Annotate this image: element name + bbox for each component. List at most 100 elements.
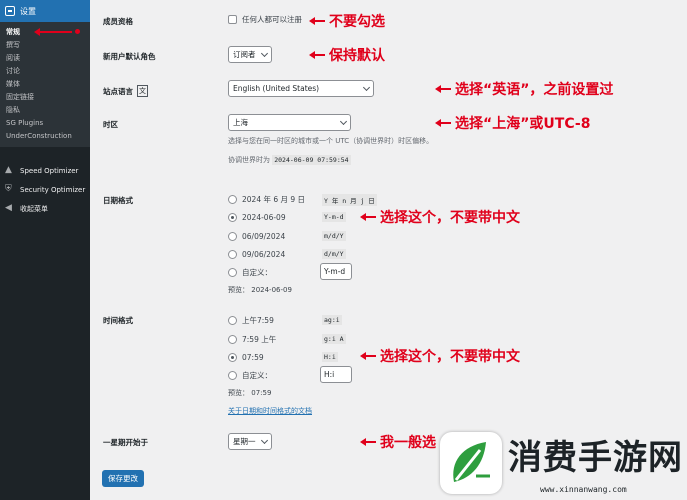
speed-icon: ▲ (5, 165, 12, 175)
timezone-control: 上海 (228, 114, 351, 131)
time-format-option-1[interactable]: 上午7:59 (228, 314, 274, 326)
arrow-left-icon (435, 119, 451, 127)
annotation-text: 我一般选 (380, 435, 436, 451)
time-format-option-2[interactable]: 7:59 上午 (228, 333, 276, 345)
sidebar-item-label: Security Optimizer (20, 185, 86, 194)
arrow-left-icon (309, 17, 325, 25)
watermark: 消费手游网 www.xinnanwang.com (436, 428, 687, 500)
radio-button[interactable] (228, 370, 237, 380)
annotation-membership: 不要勾选 (309, 11, 385, 31)
date-format-custom-input[interactable]: Y-m-d (320, 263, 352, 280)
time-format-custom[interactable]: 自定义： (228, 369, 272, 381)
annotation-text: 不要勾选 (329, 14, 385, 30)
arrow-left-icon (360, 438, 376, 446)
radio-button[interactable] (228, 249, 237, 259)
sidebar-item-sg-plugins[interactable]: SG Plugins (0, 117, 90, 130)
date-format-label: 日期格式 (103, 196, 133, 205)
sidebar-header-label: 设置 (20, 6, 36, 16)
default-role-select[interactable]: 订阅者 (228, 46, 272, 63)
arrow-head (34, 28, 40, 36)
sidebar-item-writing[interactable]: 撰写 (0, 39, 90, 52)
arrow-left-icon (360, 213, 376, 221)
date-format-option-2[interactable]: 2024-06-09 (228, 211, 286, 223)
radio-button[interactable] (228, 231, 237, 241)
membership-control: 任何人都可以注册 (228, 14, 302, 25)
timezone-help: 选择与您在同一时区的城市或一个 UTC（协调世界时）时区偏移。 (228, 137, 434, 145)
arrow-line (38, 31, 72, 33)
watermark-url: www.xinnanwang.com (540, 485, 627, 494)
time-format-option-3[interactable]: 07:59 (228, 351, 264, 363)
radio-button-selected[interactable] (228, 352, 237, 362)
option-text: 上午7:59 (242, 315, 274, 325)
sidebar-item-speed-optimizer[interactable]: ▲ Speed Optimizer (0, 161, 90, 180)
arrow-dot (75, 29, 80, 34)
radio-button-selected[interactable] (228, 212, 237, 222)
time-format-custom-input[interactable]: H:i (320, 366, 352, 383)
option-text: 07:59 (242, 352, 264, 362)
option-text: 7:59 上午 (242, 334, 277, 344)
save-changes-button[interactable]: 保存更改 (102, 470, 144, 487)
annotation-week-start: 我一般选 (360, 432, 436, 452)
annotation-default-role: 保持默认 (309, 45, 385, 65)
site-language-select[interactable]: English (United States) (228, 80, 374, 97)
sidebar-item-reading[interactable]: 阅读 (0, 52, 90, 65)
chevron-down-icon (260, 436, 269, 444)
date-format-option-3[interactable]: 06/09/2024 (228, 230, 285, 242)
annotation-text: 选择这个，不要带中文 (380, 349, 520, 365)
membership-label: 成员资格 (103, 17, 133, 26)
translate-icon: 文 (137, 85, 148, 97)
watermark-title: 消费手游网 (508, 438, 683, 478)
preview-value: 07:59 (251, 389, 272, 397)
sidebar-item-privacy[interactable]: 隐私 (0, 104, 90, 117)
date-format-custom[interactable]: 自定义： (228, 266, 272, 278)
format-code: d/m/Y (322, 249, 346, 259)
date-format-option-1[interactable]: 2024 年 6 月 9 日 (228, 193, 305, 205)
annotation-text: 保持默认 (329, 48, 385, 64)
radio-button[interactable] (228, 194, 237, 204)
settings-content: 成员资格 任何人都可以注册 新用户默认角色 订阅者 站点语言 文 English… (90, 0, 687, 500)
sidebar-item-discussion[interactable]: 讨论 (0, 65, 90, 78)
sidebar-collapse-menu[interactable]: ◀ 收起菜单 (0, 199, 90, 218)
sidebar-item-media[interactable]: 媒体 (0, 78, 90, 91)
annotation-date-format: 选择这个，不要带中文 (360, 207, 520, 227)
arrow-left-icon (309, 51, 325, 59)
date-time-docs-link[interactable]: 关于日期和时间格式的文档 (228, 406, 312, 416)
chevron-down-icon (260, 49, 269, 57)
sidebar-item-label: Speed Optimizer (20, 166, 79, 175)
format-code: H:i (322, 352, 338, 362)
format-code: g:i A (322, 334, 346, 344)
week-start-select[interactable]: 星期一 (228, 433, 272, 450)
format-code: m/d/Y (322, 231, 346, 241)
site-language-label: 站点语言 (103, 86, 133, 96)
site-language-label-row: 站点语言 文 (103, 85, 148, 97)
leaf-logo-icon (453, 442, 490, 482)
preview-label: 预览： (228, 389, 249, 397)
annotation-timezone: 选择“上海”或UTC-8 (435, 113, 590, 133)
radio-button[interactable] (228, 267, 237, 277)
admin-sidebar: 设置 常规 撰写 阅读 讨论 媒体 固定链接 隐私 SG Plugins Und… (0, 0, 90, 500)
option-text: 自定义： (242, 370, 272, 380)
radio-button[interactable] (228, 334, 237, 344)
default-role-value: 订阅者 (233, 50, 256, 59)
utc-time-line: 协调世界时为 2024-06-09 07:59:54 (228, 155, 351, 165)
sidebar-item-label: 收起菜单 (20, 204, 48, 213)
sidebar-main-menu: ▲ Speed Optimizer ⛨ Security Optimizer ◀… (0, 161, 90, 218)
collapse-icon: ◀ (5, 203, 12, 213)
annotation-language: 选择“英语”，之前设置过 (435, 79, 614, 99)
timezone-select[interactable]: 上海 (228, 114, 351, 131)
utc-value: 2024-06-09 07:59:54 (272, 155, 351, 165)
sidebar-settings-header[interactable]: 设置 (0, 0, 90, 22)
date-preview: 预览： 2024-06-09 (228, 285, 292, 295)
option-text: 06/09/2024 (242, 231, 286, 241)
membership-checkbox[interactable] (228, 15, 237, 24)
timezone-label: 时区 (103, 120, 118, 129)
radio-button[interactable] (228, 315, 237, 325)
sidebar-item-security-optimizer[interactable]: ⛨ Security Optimizer (0, 180, 90, 199)
sidebar-item-permalinks[interactable]: 固定链接 (0, 91, 90, 104)
annotation-time-format: 选择这个，不要带中文 (360, 346, 520, 366)
annotation-text: 选择“英语”，之前设置过 (455, 82, 614, 98)
sidebar-item-underconstruction[interactable]: UnderConstruction (0, 130, 90, 143)
date-format-option-4[interactable]: 09/06/2024 (228, 248, 285, 260)
watermark-logo-icon (440, 432, 502, 494)
option-text: 2024-06-09 (242, 212, 286, 222)
